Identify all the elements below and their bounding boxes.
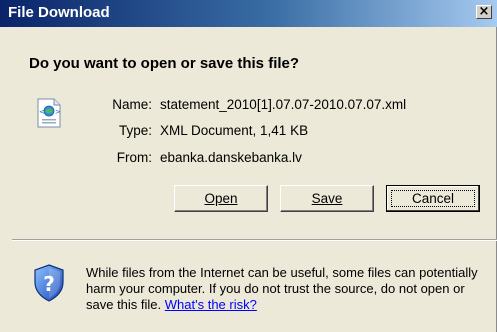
from-label: From: [116,150,152,165]
file-source-value: ebanka.danskebanka.lv [160,150,302,165]
file-type-value: XML Document, 1,41 KB [160,123,309,138]
save-button-label: Save [311,191,343,206]
file-download-dialog: File Download × Do you want to open or s… [0,0,497,332]
file-name-value: statement_2010[1].07.07-2010.07.07.xml [160,97,407,112]
name-label: Name: [112,97,152,112]
title-bar[interactable]: File Download × [0,0,497,27]
svg-text:?: ? [43,272,55,296]
close-icon: × [478,4,490,19]
file-from-row: From: ebanka.danskebanka.lv [0,150,497,168]
whats-the-risk-link[interactable]: What's the risk? [165,297,257,312]
cancel-button[interactable]: Cancel [386,185,480,212]
open-button[interactable]: Open [174,185,268,212]
window-title: File Download [8,4,110,21]
close-button[interactable]: × [476,5,492,19]
file-name-row: Name: statement_2010[1].07.07-2010.07.07… [0,97,497,115]
shield-question-icon: ? [34,264,64,302]
open-button-label: Open [204,191,238,206]
security-warning: While files from the Internet can be use… [86,265,486,313]
warning-text: While files from the Internet can be use… [86,265,478,312]
save-button[interactable]: Save [280,185,374,212]
cancel-button-label: Cancel [411,191,455,206]
file-type-row: Type: XML Document, 1,41 KB [0,123,497,141]
divider [12,239,497,241]
dialog-heading: Do you want to open or save this file? [29,55,300,72]
type-label: Type: [118,123,152,138]
